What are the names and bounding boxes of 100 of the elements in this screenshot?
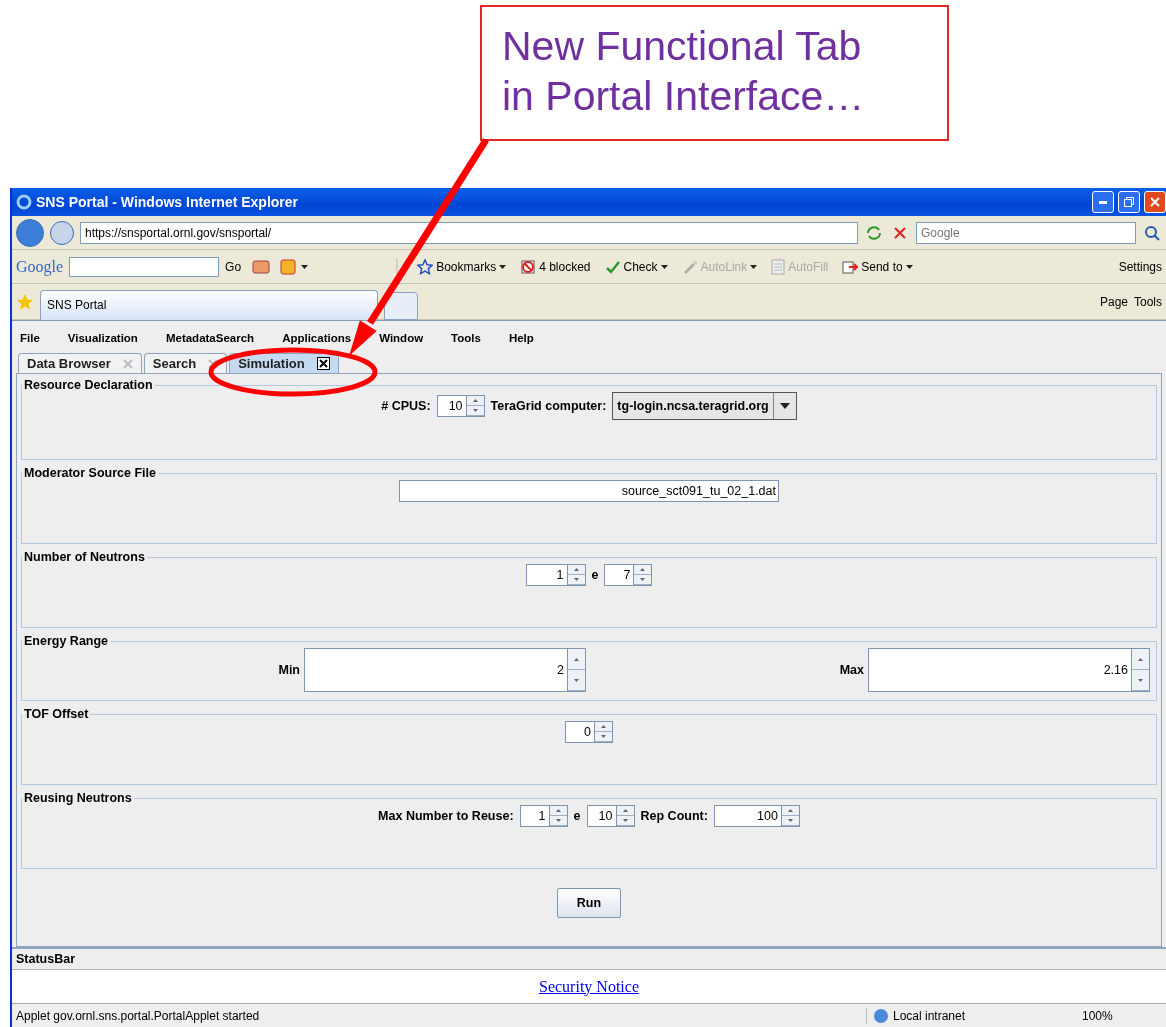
caret-icon bbox=[750, 264, 758, 269]
security-notice-link[interactable]: Security Notice bbox=[539, 977, 639, 996]
spinner-field[interactable]: 10 bbox=[586, 805, 635, 827]
spinner-field[interactable]: 1 bbox=[525, 564, 586, 586]
section-title: Number of Neutrons bbox=[23, 550, 146, 564]
toolbar-button[interactable]: Send to bbox=[861, 259, 903, 274]
go-button[interactable]: Go bbox=[225, 259, 242, 274]
close-icon[interactable] bbox=[316, 357, 330, 370]
field-label: Rep Count: bbox=[640, 809, 708, 823]
zone-label: Local intranet bbox=[893, 1008, 966, 1023]
send-icon bbox=[842, 258, 859, 275]
section-title: TOF Offset bbox=[23, 707, 90, 721]
section-title: Energy Range bbox=[23, 634, 110, 648]
spinner-field[interactable]: 100 bbox=[713, 805, 800, 827]
spin-up-button[interactable] bbox=[549, 806, 567, 816]
spinner-field[interactable]: 1 bbox=[519, 805, 568, 827]
spin-up-button[interactable] bbox=[781, 806, 799, 816]
command-button[interactable]: Tools bbox=[1134, 294, 1162, 309]
address-field[interactable]: https://snsportal.ornl.gov/snsportal/ bbox=[80, 221, 858, 244]
spin-down-button[interactable] bbox=[616, 816, 634, 826]
field-label: Min bbox=[278, 663, 300, 677]
up-arrow-icon bbox=[601, 725, 606, 728]
menu-item[interactable]: MetadataSearch bbox=[165, 332, 255, 344]
down-arrow-icon bbox=[472, 409, 478, 412]
up-arrow-icon bbox=[1138, 657, 1143, 661]
star-icon bbox=[417, 258, 434, 275]
toolbar-button[interactable]: Bookmarks bbox=[436, 259, 497, 274]
caret-icon bbox=[499, 264, 507, 269]
spin-up-button[interactable] bbox=[466, 396, 484, 406]
toolbar-button[interactable]: 4 blocked bbox=[539, 259, 591, 274]
spin-up-button[interactable] bbox=[634, 565, 652, 575]
close-icon bbox=[1150, 197, 1160, 207]
tab[interactable]: Data Browser bbox=[18, 353, 142, 373]
tab[interactable]: Simulation bbox=[229, 353, 339, 373]
down-arrow-icon bbox=[574, 678, 579, 682]
menu-item[interactable]: File bbox=[20, 332, 40, 344]
spinner-field[interactable]: 0 bbox=[565, 721, 613, 743]
minimize-icon bbox=[1099, 200, 1107, 204]
up-arrow-icon bbox=[472, 399, 478, 402]
field-label: # CPUS: bbox=[381, 399, 431, 413]
spin-down-button[interactable] bbox=[567, 575, 585, 585]
down-arrow-icon bbox=[787, 819, 793, 822]
browser-tab[interactable]: SNS Portal bbox=[40, 289, 378, 320]
menu-item[interactable]: Tools bbox=[451, 332, 481, 344]
field-label: TeraGrid computer: bbox=[490, 399, 607, 413]
down-arrow-icon bbox=[622, 819, 628, 822]
form-icon bbox=[771, 258, 786, 275]
menu-item[interactable]: Window bbox=[379, 332, 424, 344]
spin-up-button[interactable] bbox=[616, 806, 634, 816]
up-arrow-icon bbox=[787, 809, 793, 812]
new-tab-button[interactable] bbox=[384, 291, 418, 320]
spin-up-button[interactable] bbox=[595, 722, 612, 732]
run-button[interactable]: Run bbox=[557, 888, 621, 918]
google-search-field[interactable] bbox=[69, 256, 220, 277]
spinner-field[interactable]: 10 bbox=[436, 395, 485, 417]
spin-down-button[interactable] bbox=[595, 732, 612, 742]
menu-item[interactable]: Help bbox=[508, 332, 534, 344]
zoom-button[interactable]: 100% bbox=[1082, 1008, 1162, 1023]
browser-logo-icon bbox=[16, 194, 32, 210]
computer-dropdown[interactable]: tg-login.ncsa.teragrid.org bbox=[612, 392, 797, 420]
toolbar-button[interactable]: Check bbox=[623, 259, 658, 274]
restore-icon bbox=[1124, 197, 1134, 207]
down-arrow-icon bbox=[573, 578, 579, 581]
search-icon[interactable] bbox=[1142, 223, 1162, 242]
search-field[interactable]: Google bbox=[916, 221, 1136, 244]
caret-icon bbox=[660, 264, 668, 269]
spinner-field[interactable]: 7 bbox=[604, 564, 653, 586]
spin-down-button[interactable] bbox=[781, 816, 799, 826]
refresh-icon[interactable] bbox=[864, 223, 884, 242]
spinner-field[interactable]: 2.16 bbox=[868, 648, 1150, 692]
spin-down-button[interactable] bbox=[466, 406, 484, 416]
spin-down-button[interactable] bbox=[634, 575, 652, 585]
globe-icon bbox=[873, 1007, 889, 1024]
section-title: Reusing Neutrons bbox=[23, 791, 133, 805]
spin-up-button[interactable] bbox=[567, 565, 585, 575]
section-title: Resource Declaration bbox=[23, 378, 154, 392]
field-label: Max Number to Reuse: bbox=[378, 809, 514, 823]
down-arrow-icon bbox=[555, 819, 561, 822]
file-field[interactable]: source_sct091_tu_02_1.dat bbox=[399, 480, 779, 502]
restore-button[interactable] bbox=[1118, 191, 1140, 213]
menu-item[interactable]: Visualization bbox=[67, 332, 138, 344]
google-logo: Google bbox=[16, 257, 64, 276]
spinner-field[interactable]: 2 bbox=[304, 648, 586, 692]
minimize-button[interactable] bbox=[1092, 191, 1114, 213]
settings-button[interactable]: Settings bbox=[1118, 259, 1162, 274]
status-bar-text: StatusBar bbox=[16, 952, 76, 966]
exponent-label: e bbox=[591, 568, 599, 582]
menu-item[interactable]: Applications bbox=[282, 332, 352, 344]
up-arrow-icon bbox=[574, 657, 579, 661]
up-arrow-icon bbox=[555, 809, 561, 812]
spin-down-button[interactable] bbox=[549, 816, 567, 826]
favorites-star-icon[interactable] bbox=[16, 292, 34, 311]
section-title: Moderator Source File bbox=[23, 466, 157, 480]
up-arrow-icon bbox=[640, 568, 646, 571]
close-button[interactable] bbox=[1144, 191, 1166, 213]
tab[interactable]: Search bbox=[143, 353, 228, 373]
back-button[interactable] bbox=[16, 218, 44, 247]
field-label: Max bbox=[839, 663, 864, 677]
command-button[interactable]: Page bbox=[1099, 294, 1128, 309]
forward-button[interactable] bbox=[50, 220, 74, 245]
